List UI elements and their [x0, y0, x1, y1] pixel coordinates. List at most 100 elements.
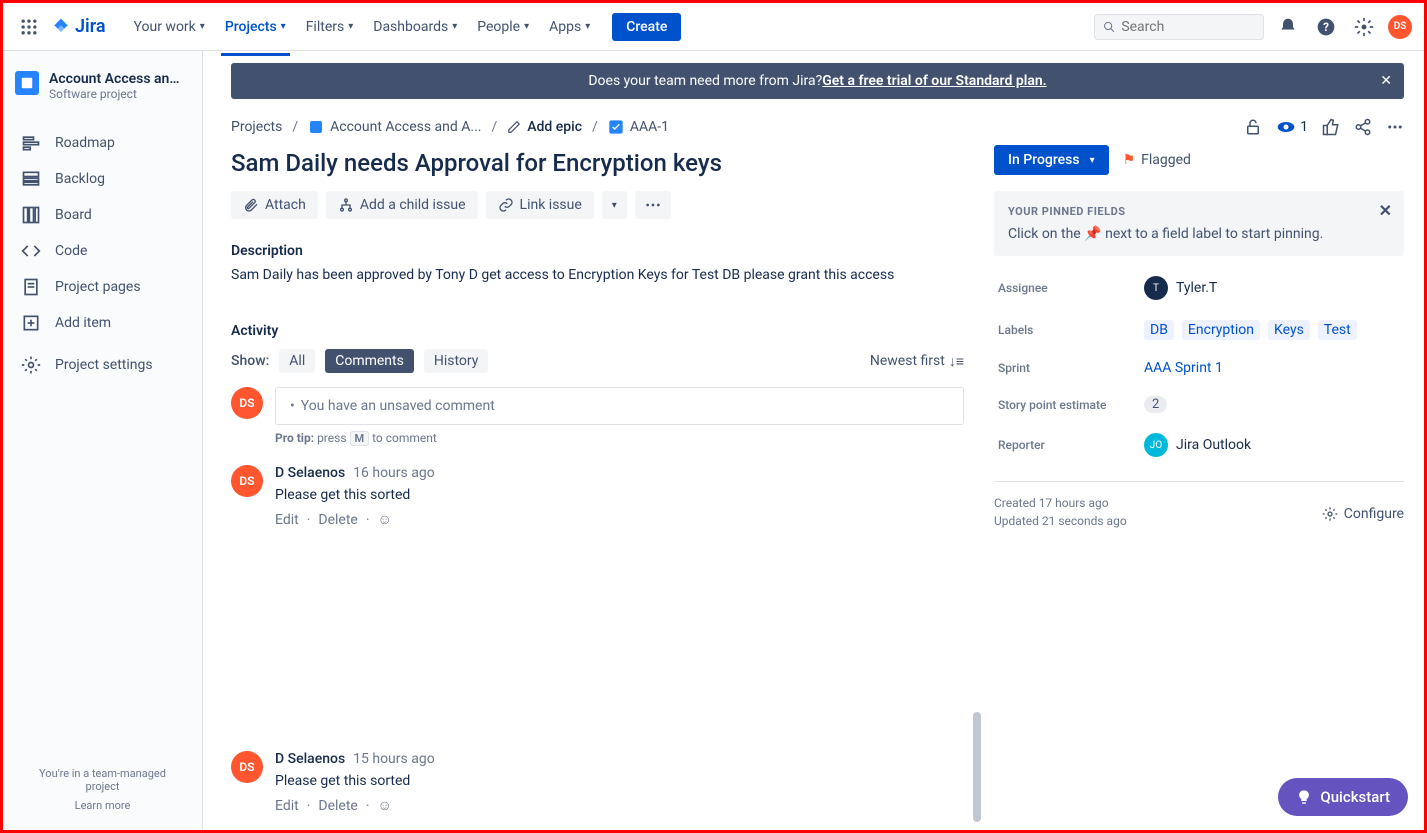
- bullet-icon: •: [290, 398, 295, 414]
- reaction-icon[interactable]: ☺: [378, 797, 392, 814]
- edit-link[interactable]: Edit: [275, 798, 299, 814]
- floating-comment: DS D Selaenos 15 hours ago Please get th…: [231, 743, 971, 822]
- share-icon[interactable]: [1354, 118, 1372, 136]
- delete-link[interactable]: Delete: [318, 512, 357, 528]
- timestamps: Created 17 hours ago Updated 21 seconds …: [994, 496, 1127, 532]
- chevron-down-icon: ▾: [1090, 155, 1095, 166]
- watch-button[interactable]: 1: [1276, 117, 1308, 137]
- nav-apps[interactable]: Apps▾: [541, 13, 598, 41]
- sidebar-label: Project pages: [55, 279, 141, 295]
- field-reporter[interactable]: Reporter JO Jira Outlook: [994, 433, 1404, 457]
- breadcrumb-issue[interactable]: AAA-1: [608, 119, 669, 135]
- label-chip[interactable]: DB: [1144, 320, 1174, 340]
- configure-link[interactable]: Configure: [1322, 496, 1404, 532]
- eye-icon: [1276, 117, 1296, 137]
- assignee-name: Tyler.T: [1176, 280, 1217, 296]
- like-icon[interactable]: [1322, 118, 1340, 136]
- protip: Pro tip: press M to comment: [275, 431, 964, 445]
- help-icon[interactable]: ?: [1312, 13, 1340, 41]
- field-assignee[interactable]: Assignee T Tyler.T: [994, 276, 1404, 300]
- banner-close-icon[interactable]: ✕: [1380, 73, 1392, 89]
- delete-link[interactable]: Delete: [318, 798, 357, 814]
- sidebar-item-roadmap[interactable]: Roadmap: [11, 125, 194, 161]
- add-child-button[interactable]: Add a child issue: [326, 191, 478, 219]
- nav-your-work[interactable]: Your work▾: [126, 13, 213, 41]
- quickstart-button[interactable]: Quickstart: [1278, 778, 1408, 816]
- activity-filters: Show: All Comments History Newest first …: [231, 349, 964, 373]
- chevron-down-icon: ▾: [200, 21, 205, 32]
- created-time: Created 17 hours ago: [994, 496, 1127, 510]
- comment-input-row: DS •You have an unsaved comment: [231, 387, 964, 425]
- attach-button[interactable]: Attach: [231, 191, 318, 219]
- issue-sidebar: In Progress ▾ ⚑Flagged YOUR PINNED FIELDS…: [994, 145, 1404, 532]
- field-story-points[interactable]: Story point estimate 2: [994, 396, 1404, 413]
- sidebar-item-board[interactable]: Board: [11, 197, 194, 233]
- field-sprint[interactable]: Sprint AAA Sprint 1: [994, 360, 1404, 376]
- comment-input[interactable]: • You have an unsaved comment: [275, 387, 964, 425]
- unsaved-hint: You have an unsaved comment: [301, 398, 495, 414]
- btn-label: Add a child issue: [360, 197, 466, 213]
- search-box[interactable]: [1094, 14, 1264, 40]
- close-icon[interactable]: ✕: [1379, 201, 1392, 220]
- issue-title[interactable]: Sam Daily needs Approval for Encryption …: [231, 149, 964, 177]
- tree-icon: [338, 197, 354, 213]
- nav-dashboards[interactable]: Dashboards ▾: [365, 13, 465, 41]
- description-text[interactable]: Sam Daily has been approved by Tony D ge…: [231, 267, 964, 283]
- scrollbar[interactable]: [973, 712, 981, 822]
- more-actions[interactable]: [635, 191, 671, 219]
- status-label: In Progress: [1008, 152, 1080, 168]
- lock-icon[interactable]: [1244, 118, 1262, 136]
- pinned-fields-box: YOUR PINNED FIELDS ✕ Click on the 📌 next…: [994, 191, 1404, 256]
- label-chip[interactable]: Encryption: [1182, 320, 1260, 340]
- comment-text: Please get this sorted: [275, 773, 971, 789]
- app-switcher-icon[interactable]: [15, 13, 43, 41]
- nav-projects[interactable]: Projects▾: [217, 13, 294, 41]
- breadcrumb-sep: /: [491, 119, 497, 135]
- status-dropdown[interactable]: In Progress ▾: [994, 145, 1109, 175]
- edit-link[interactable]: Edit: [275, 512, 299, 528]
- chevron-down-icon: ▾: [452, 21, 457, 32]
- nav-label: Dashboards: [373, 19, 448, 35]
- nav-label: Filters: [306, 19, 345, 35]
- sidebar-item-add[interactable]: Add item: [11, 305, 194, 341]
- nav-filters[interactable]: Filters▾: [298, 13, 362, 41]
- comment-author[interactable]: D Selaenos: [275, 751, 345, 767]
- field-labels[interactable]: Labels DB Encryption Keys Test: [994, 320, 1404, 340]
- link-dropdown[interactable]: ▾: [602, 191, 627, 219]
- link-issue-button[interactable]: Link issue: [486, 191, 594, 219]
- sidebar-label: Backlog: [55, 171, 105, 187]
- sprint-link[interactable]: AAA Sprint 1: [1144, 360, 1223, 376]
- nav-people[interactable]: People▾: [469, 13, 537, 41]
- sidebar-item-pages[interactable]: Project pages: [11, 269, 194, 305]
- tab-history[interactable]: History: [424, 349, 489, 373]
- settings-icon[interactable]: [1350, 13, 1378, 41]
- more-icon[interactable]: [1386, 118, 1404, 136]
- learn-more-link[interactable]: Learn more: [21, 799, 184, 812]
- banner-text: Does your team need more from Jira?: [588, 73, 822, 89]
- breadcrumb-project[interactable]: Account Access and A...: [308, 119, 481, 135]
- lightbulb-icon: [1296, 789, 1312, 805]
- project-header[interactable]: Account Access and Ap... Software projec…: [11, 71, 194, 117]
- reaction-icon[interactable]: ☺: [378, 511, 392, 528]
- sidebar-item-backlog[interactable]: Backlog: [11, 161, 194, 197]
- sort-newest[interactable]: Newest first ↓≡: [870, 353, 964, 370]
- sidebar-item-code[interactable]: Code: [11, 233, 194, 269]
- banner-link[interactable]: Get a free trial of our Standard plan.: [822, 73, 1046, 89]
- add-epic-link[interactable]: Add epic: [507, 119, 582, 135]
- assignee-avatar: T: [1144, 276, 1168, 300]
- field-label: Reporter: [998, 438, 1144, 452]
- sidebar-item-settings[interactable]: Project settings: [11, 347, 194, 383]
- breadcrumb-projects[interactable]: Projects: [231, 119, 282, 135]
- pinned-title: YOUR PINNED FIELDS: [1008, 205, 1390, 218]
- user-avatar[interactable]: DS: [1388, 15, 1412, 39]
- label-chip[interactable]: Keys: [1268, 320, 1310, 340]
- notifications-icon[interactable]: [1274, 13, 1302, 41]
- search-input[interactable]: [1121, 19, 1255, 35]
- tab-all[interactable]: All: [279, 349, 315, 373]
- create-button[interactable]: Create: [612, 13, 681, 41]
- label-chip[interactable]: Test: [1318, 320, 1357, 340]
- comment-author[interactable]: D Selaenos: [275, 465, 345, 481]
- tab-comments[interactable]: Comments: [325, 349, 414, 373]
- jira-logo[interactable]: Jira: [51, 16, 106, 37]
- flagged-indicator[interactable]: ⚑Flagged: [1123, 152, 1191, 168]
